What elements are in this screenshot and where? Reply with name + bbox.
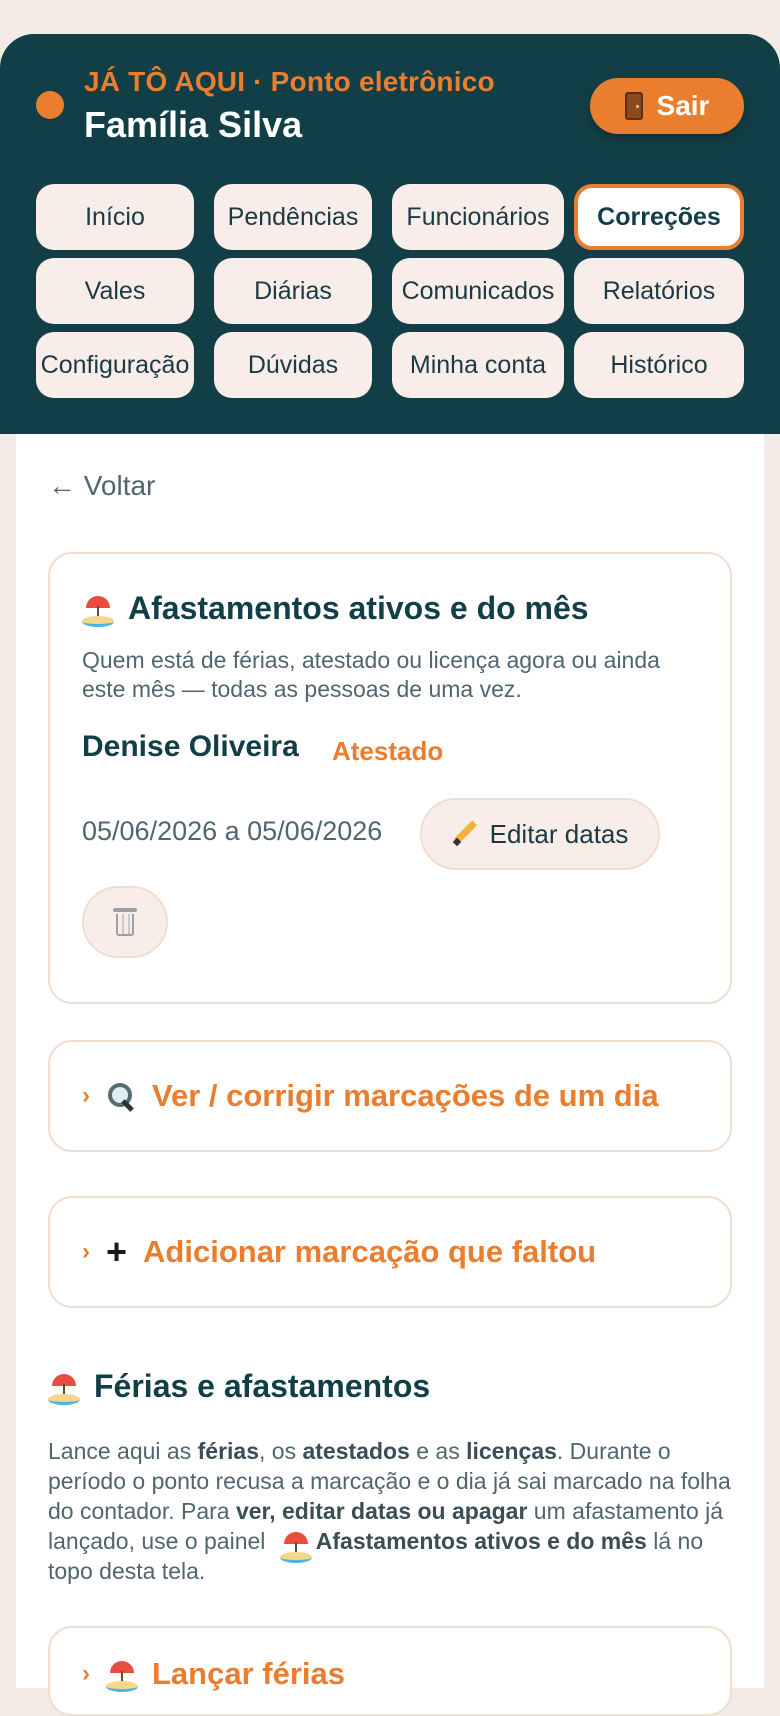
nav-item-funcionarios[interactable]: Funcionários <box>392 184 564 250</box>
desc-bold: atestados <box>302 1438 410 1464</box>
vacation-description: Lance aqui as férias, os atestados e as … <box>48 1436 738 1586</box>
desc-bold: Afastamentos ativos e do mês <box>315 1528 647 1554</box>
view-fix-toggle[interactable]: › Ver / corrigir marcações de um dia <box>82 1042 659 1150</box>
chevron-right-icon: › <box>82 1238 90 1265</box>
active-leaves-card: Afastamentos ativos e do mês Quem está d… <box>48 552 732 1004</box>
launch-vacation-label: Lançar férias <box>152 1656 345 1691</box>
add-missing-section[interactable]: › + Adicionar marcação que faltou <box>48 1196 732 1308</box>
brand-dot <box>36 91 64 119</box>
chevron-right-icon: › <box>82 1660 90 1687</box>
delete-leave-button[interactable] <box>82 886 168 958</box>
nav-item-minha-conta[interactable]: Minha conta <box>392 332 564 398</box>
plus-icon: + <box>106 1231 128 1272</box>
logout-label: Sair <box>656 90 710 121</box>
nav-item-duvidas[interactable]: Dúvidas <box>214 332 372 398</box>
nav-item-correcoes[interactable]: Correções <box>574 184 744 250</box>
magnify-icon <box>106 1081 136 1111</box>
chevron-right-icon: › <box>82 1082 90 1109</box>
nav-item-comunicados[interactable]: Comunicados <box>392 258 564 324</box>
view-fix-section[interactable]: › Ver / corrigir marcações de um dia <box>48 1040 732 1152</box>
app-subtitle: JÁ TÔ AQUI · Ponto eletrônico <box>84 66 495 97</box>
nav-item-pendencias[interactable]: Pendências <box>214 184 372 250</box>
active-leaves-heading: Afastamentos ativos e do mês <box>82 590 589 627</box>
add-missing-toggle[interactable]: › + Adicionar marcação que faltou <box>82 1198 596 1306</box>
desc-bold: ver, editar datas ou apagar <box>235 1498 528 1524</box>
desc-bold: férias <box>197 1438 259 1464</box>
nav-item-relatorios[interactable]: Relatórios <box>574 258 744 324</box>
vacation-title: Férias e afastamentos <box>94 1368 431 1404</box>
umbrella-beach-icon <box>279 1530 312 1563</box>
umbrella-beach-icon <box>106 1659 138 1692</box>
nav-item-configuracao[interactable]: Configuração <box>36 332 194 398</box>
umbrella-beach-icon <box>48 1372 80 1405</box>
leave-type-badge: Atestado <box>332 736 444 766</box>
launch-vacation-toggle[interactable]: › Lançar férias <box>82 1656 345 1692</box>
active-leaves-description: Quem está de férias, atestado ou licença… <box>82 647 660 702</box>
add-missing-label: Adicionar marcação que faltou <box>143 1234 597 1269</box>
vacation-heading: Férias e afastamentos <box>48 1368 430 1405</box>
nav-item-diarias[interactable]: Diárias <box>214 258 372 324</box>
pencil-icon <box>452 821 478 847</box>
edit-dates-label: Editar datas <box>489 818 629 849</box>
door-icon <box>624 92 643 120</box>
back-link[interactable]: ← Voltar <box>48 470 155 502</box>
nav-item-inicio[interactable]: Início <box>36 184 194 250</box>
view-fix-label: Ver / corrigir marcações de um dia <box>152 1078 659 1113</box>
umbrella-beach-icon <box>82 594 114 627</box>
desc-text: , os <box>259 1438 303 1464</box>
trash-icon <box>113 908 137 936</box>
active-leaves-title: Afastamentos ativos e do mês <box>128 590 589 626</box>
edit-dates-button[interactable]: Editar datas <box>420 798 660 870</box>
nav-item-historico[interactable]: Histórico <box>574 332 744 398</box>
nav-item-vales[interactable]: Vales <box>36 258 194 324</box>
leave-date-range: 05/06/2026 a 05/06/2026 <box>82 816 383 846</box>
desc-text: e as <box>409 1438 467 1464</box>
page-title: Família Silva <box>84 104 303 145</box>
launch-vacation-section[interactable]: › Lançar férias <box>48 1626 732 1716</box>
desc-text: Lance aqui as <box>48 1438 198 1464</box>
leave-person-name: Denise Oliveira <box>82 730 299 763</box>
logout-button[interactable]: Sair <box>590 78 744 134</box>
desc-bold: licenças <box>466 1438 557 1464</box>
